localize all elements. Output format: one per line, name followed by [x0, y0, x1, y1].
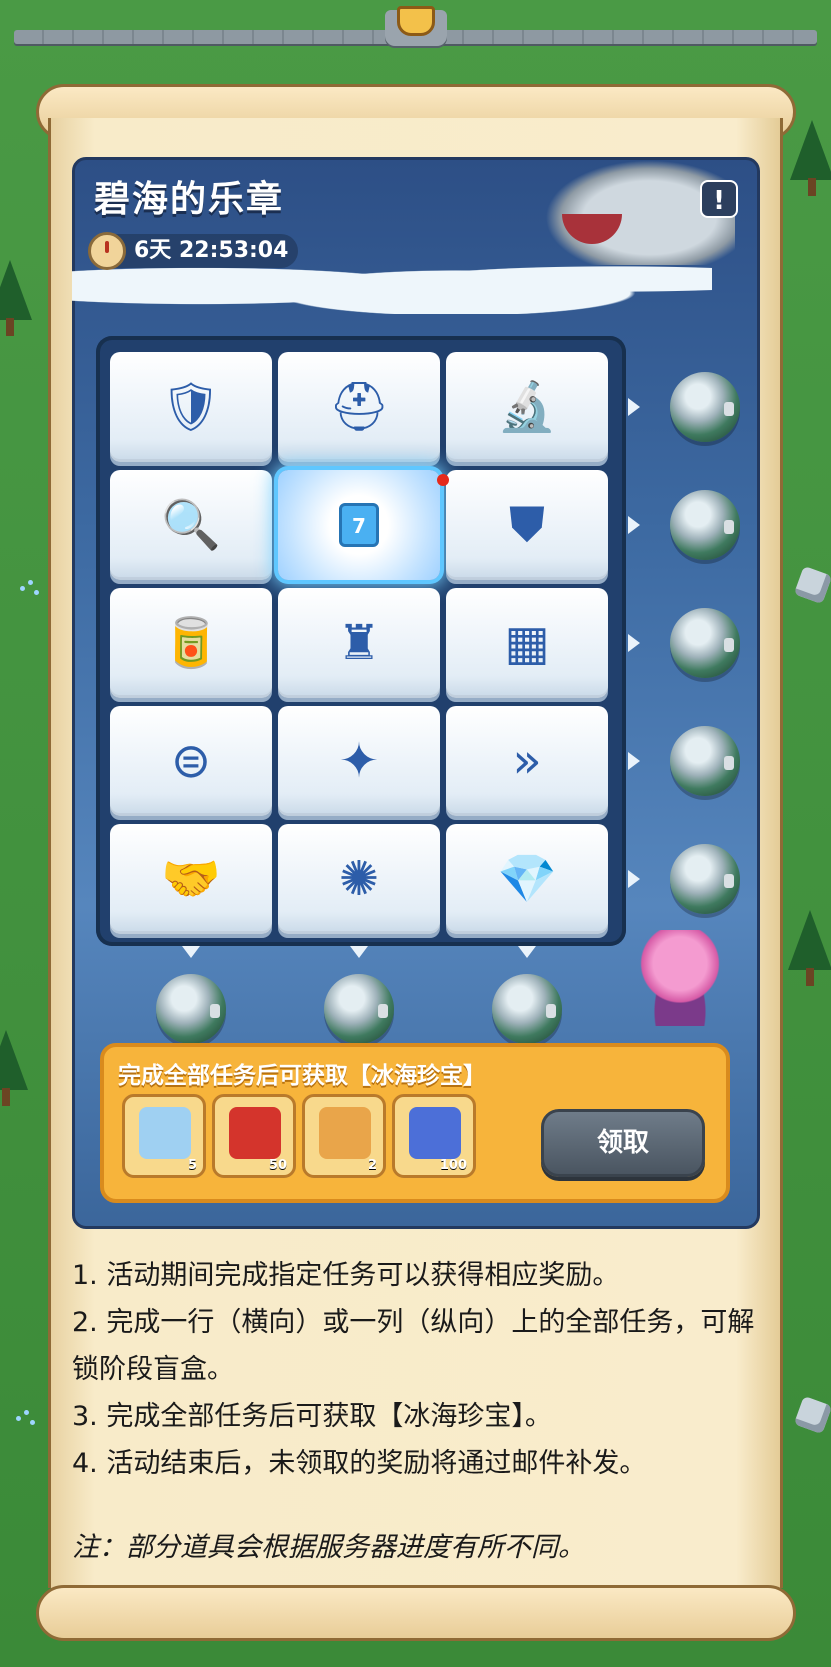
task-tile[interactable]: 🥫: [110, 588, 272, 698]
blue-medal-icon: [409, 1107, 461, 1159]
chevron-right-icon: [628, 870, 640, 888]
barrel-icon: ⊜: [170, 733, 212, 789]
red-crystal-icon: [229, 1107, 281, 1159]
magnifier-icon: 🔍: [161, 497, 221, 553]
task-tile[interactable]: ▦: [446, 588, 608, 698]
blind-box-icon[interactable]: [670, 490, 740, 560]
final-reward-title: 完成全部任务后可获取【冰海珍宝】: [118, 1063, 486, 1089]
task-tile[interactable]: ✦: [278, 706, 440, 816]
blind-box-icon[interactable]: [670, 844, 740, 914]
task-tile[interactable]: 🤝: [110, 824, 272, 934]
blind-box-icon[interactable]: [670, 372, 740, 442]
info-button[interactable]: !: [700, 180, 738, 218]
task-tile[interactable]: 🔬: [446, 352, 608, 462]
diamond-icon: 💎: [497, 851, 557, 907]
chevron-right-icon: [628, 516, 640, 534]
chevron-down-icon: [350, 946, 368, 958]
task-tile[interactable]: ⛊: [446, 470, 608, 580]
chevron-down-icon: [518, 946, 536, 958]
handshake-icon: 🤝: [161, 851, 221, 907]
wrench-shield-icon: 🛡: [160, 379, 222, 435]
tree-decoration: [780, 910, 831, 990]
task-tile[interactable]: ⛑: [278, 352, 440, 462]
task-tile[interactable]: ♜: [278, 588, 440, 698]
blind-box-icon[interactable]: [670, 608, 740, 678]
task-tile[interactable]: 🔍: [110, 470, 272, 580]
crown-crest-icon: [397, 6, 435, 36]
rules-list: 1. 活动期间完成指定任务可以获得相应奖励。 2. 完成一行（横向）或一列（纵向…: [72, 1252, 762, 1487]
badge-banner-icon: ⛊: [508, 497, 545, 553]
reward-quantity: 2: [367, 1158, 377, 1173]
chevron-right-icon: [628, 398, 640, 416]
castle-upgrade-icon: ♜: [337, 615, 381, 671]
tree-decoration: [0, 260, 40, 340]
blind-box-icon[interactable]: [670, 726, 740, 796]
flower-decoration: [16, 1410, 40, 1434]
chevron-right-icon: [628, 634, 640, 652]
tree-decoration: [782, 120, 831, 200]
claim-button[interactable]: 领取: [541, 1109, 705, 1177]
canned-food-icon: 🥫: [161, 615, 221, 671]
rule-item: 3. 完成全部任务后可获取【冰海珍宝】。: [72, 1401, 552, 1432]
puzzle-piece-icon: [319, 1107, 371, 1159]
rule-item: 4. 活动结束后，未领取的奖励将通过邮件补发。: [72, 1448, 647, 1479]
rule-item: 2. 完成一行（横向）或一列（纵向）上的全部任务，可解锁阶段盲盒。: [72, 1307, 755, 1385]
task-tile[interactable]: 💎: [446, 824, 608, 934]
event-title: 碧海的乐章: [94, 179, 285, 220]
chevron-down-icon: [182, 946, 200, 958]
task-tile[interactable]: ⊜: [110, 706, 272, 816]
octopus-treasure-icon[interactable]: [636, 930, 724, 1026]
wolf-head-icon: ✦: [338, 733, 380, 789]
ice-map-icon: [139, 1107, 191, 1159]
notification-dot: [437, 474, 449, 486]
beast-head-icon: ✺: [338, 851, 380, 907]
calendar-icon: 7: [339, 503, 379, 547]
reward-quantity: 5: [187, 1158, 197, 1173]
task-tile[interactable]: 🛡: [110, 352, 272, 462]
task-tile[interactable]: 7: [278, 470, 440, 580]
blind-box-icon[interactable]: [156, 974, 226, 1044]
reward-quantity: 100: [439, 1158, 467, 1173]
rule-item: 1. 活动期间完成指定任务可以获得相应奖励。: [72, 1260, 620, 1291]
scroll-bottom-roll: [36, 1585, 796, 1641]
reward-quantity: 50: [268, 1158, 287, 1173]
clock-icon: [88, 232, 126, 270]
chevron-right-icon: [628, 752, 640, 770]
server-note: 注：部分道具会根据服务器进度有所不同。: [72, 1532, 585, 1563]
helmet-icon: ⛑: [328, 379, 390, 435]
reward-item[interactable]: 100: [392, 1094, 476, 1178]
task-tile[interactable]: »: [446, 706, 608, 816]
treasure-chest-icon: ▦: [504, 615, 550, 671]
reward-item[interactable]: 50: [212, 1094, 296, 1178]
speed-up-icon: »: [512, 733, 542, 789]
task-tile[interactable]: ✺: [278, 824, 440, 934]
blind-box-icon[interactable]: [324, 974, 394, 1044]
blind-box-icon[interactable]: [492, 974, 562, 1044]
flower-decoration: [20, 580, 44, 604]
microscope-icon: 🔬: [497, 379, 557, 435]
tree-decoration: [0, 1030, 36, 1110]
reward-item[interactable]: 5: [122, 1094, 206, 1178]
reward-item[interactable]: 2: [302, 1094, 386, 1178]
